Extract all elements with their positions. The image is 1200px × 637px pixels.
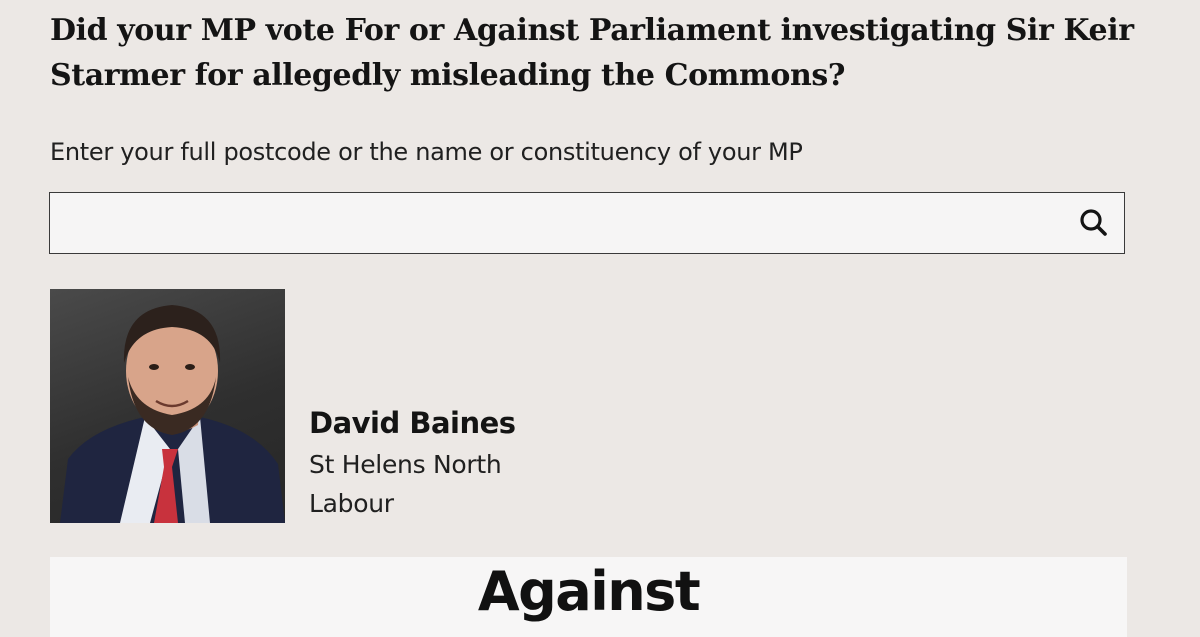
search-box (49, 192, 1125, 254)
mp-party: Labour (309, 489, 394, 518)
search-button[interactable] (1072, 201, 1116, 245)
search-icon (1080, 209, 1107, 236)
vote-result: Against (477, 560, 701, 623)
vote-result-panel: Against (50, 557, 1127, 637)
search-input[interactable] (50, 193, 1060, 252)
search-prompt: Enter your full postcode or the name or … (50, 138, 803, 166)
mp-constituency: St Helens North (309, 450, 502, 479)
mp-photo (50, 289, 285, 523)
page-title: Did your MP vote For or Against Parliame… (50, 13, 1134, 93)
mp-portrait-image (60, 305, 285, 523)
mp-name: David Baines (309, 406, 516, 440)
